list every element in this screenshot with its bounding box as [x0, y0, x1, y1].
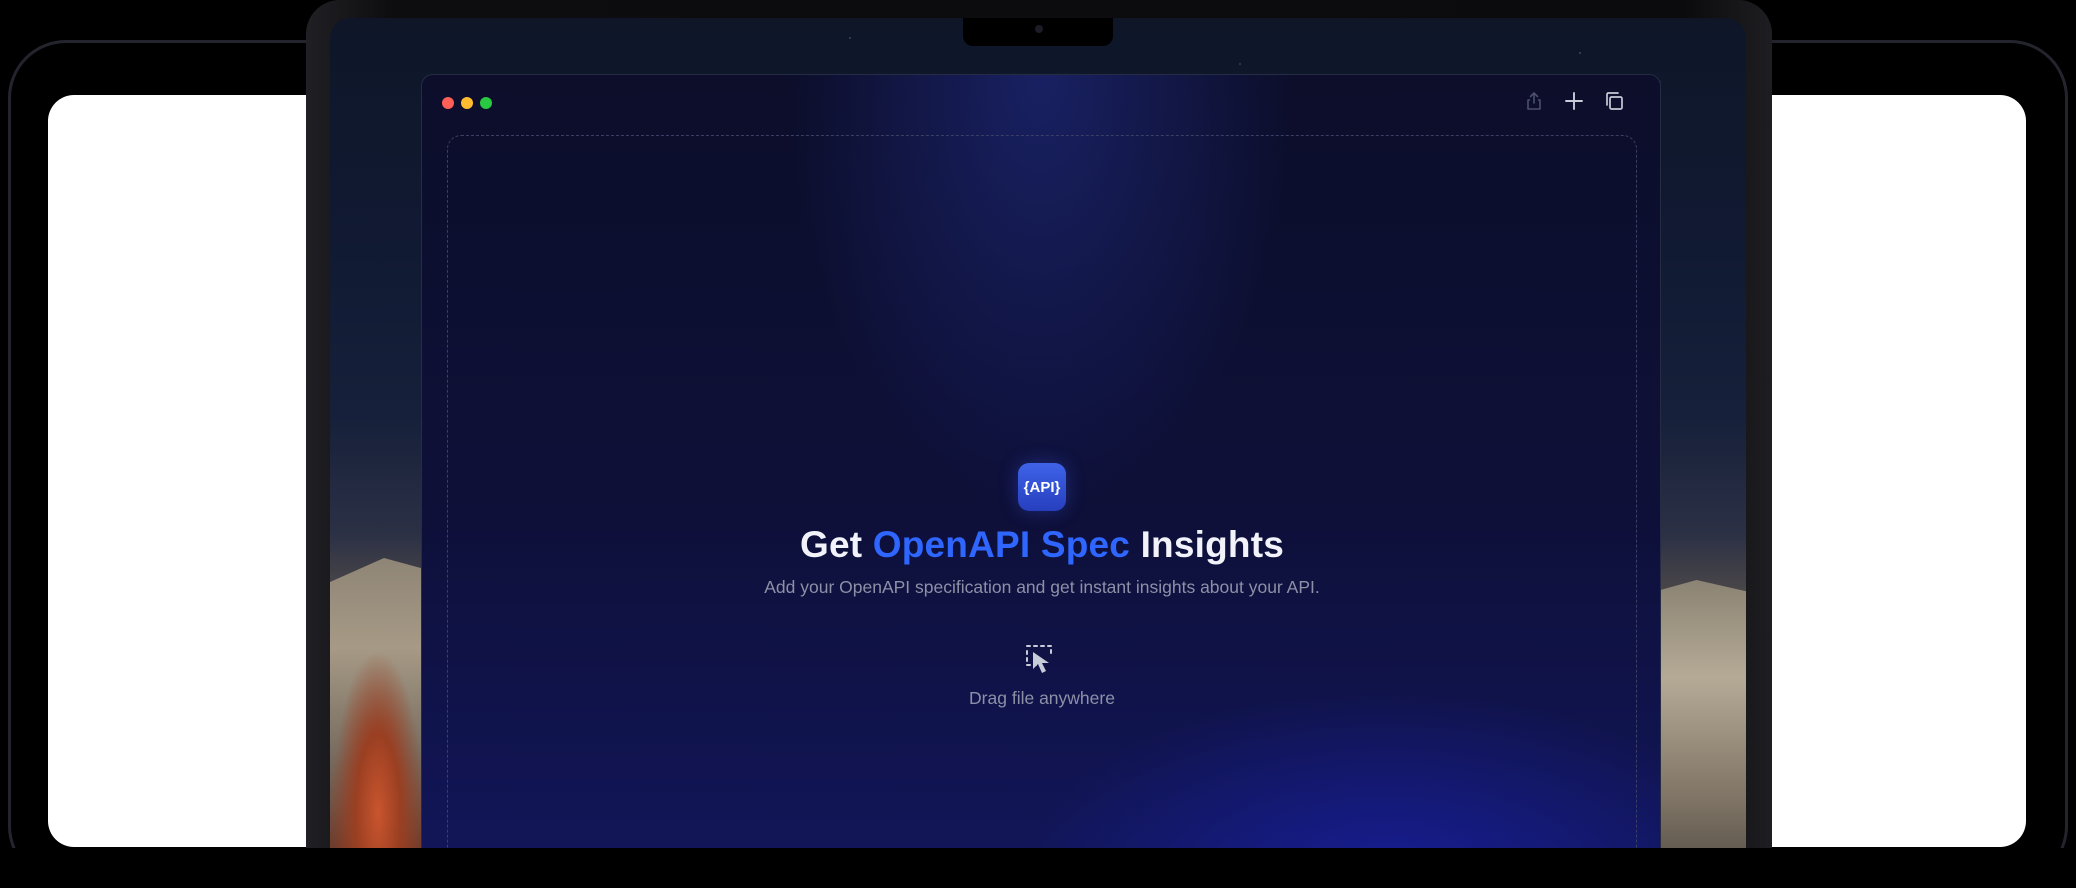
tabs-icon	[1606, 92, 1623, 110]
page-title: Get OpenAPI Spec Insights	[422, 524, 1660, 566]
api-logo-text: {API}	[1023, 478, 1061, 496]
zoom-window-button[interactable]	[480, 97, 492, 109]
bottom-edge	[0, 848, 2076, 888]
drag-select-icon	[1026, 645, 1052, 673]
minimize-window-button[interactable]	[461, 97, 473, 109]
close-window-button[interactable]	[442, 97, 454, 109]
traffic-lights	[442, 97, 492, 109]
tab-overview-button[interactable]	[1602, 89, 1626, 113]
share-icon	[1527, 92, 1541, 110]
share-button[interactable]	[1522, 89, 1546, 113]
api-logo: {API}	[1018, 463, 1066, 511]
app-window: {API} Get OpenAPI Spec Insights Add your…	[421, 74, 1661, 874]
dropzone-label: Drag file anywhere	[969, 688, 1115, 708]
page-subtitle: Add your OpenAPI specification and get i…	[764, 577, 1320, 597]
title-prefix: Get	[799, 524, 873, 565]
window-toolbar	[1522, 89, 1626, 113]
title-suffix: Insights	[1130, 524, 1285, 565]
new-tab-button[interactable]	[1562, 89, 1586, 113]
camera-icon	[1035, 25, 1043, 33]
title-accent: OpenAPI Spec	[872, 524, 1131, 565]
plus-icon	[1565, 92, 1583, 110]
